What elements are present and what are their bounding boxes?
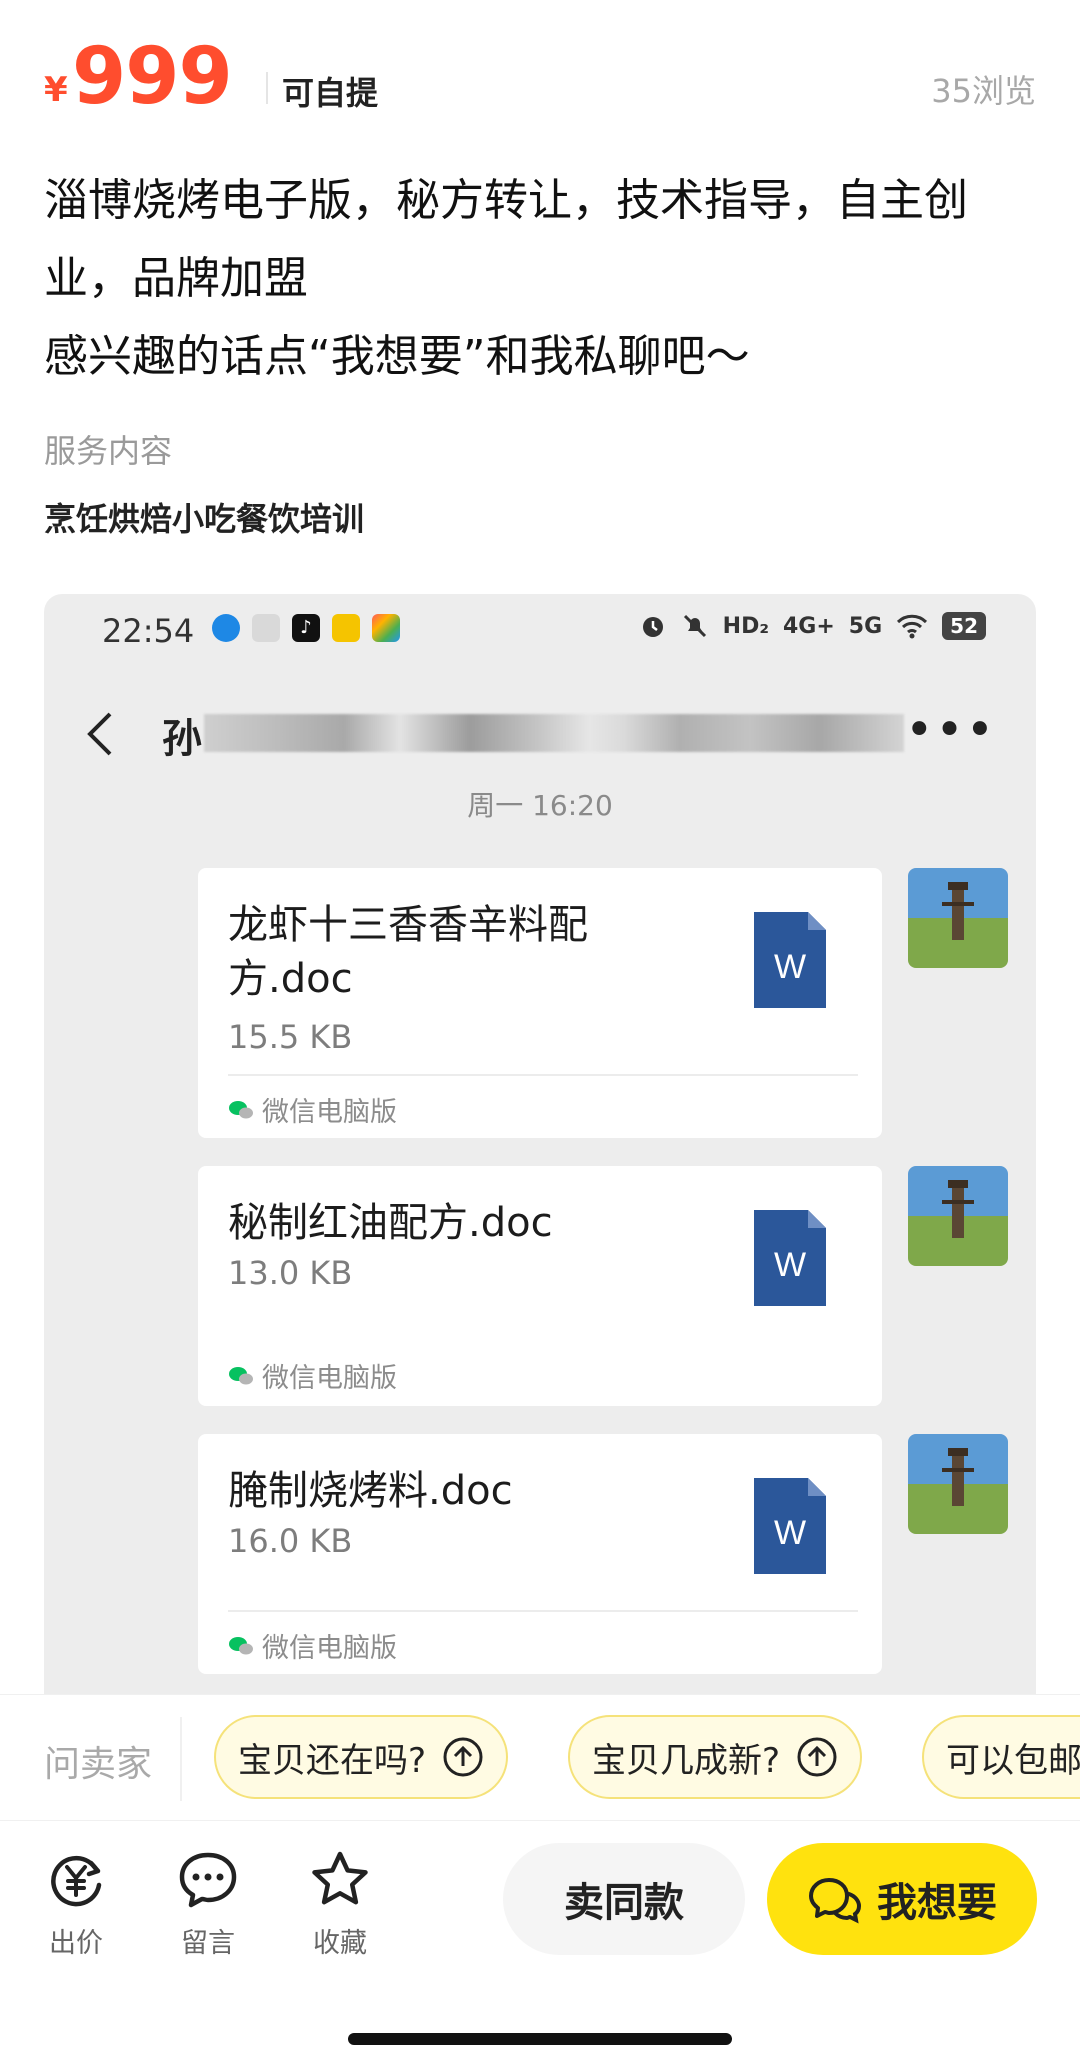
back-arrow-icon (87, 712, 112, 756)
grid-app-icon (372, 614, 400, 642)
comment-label: 留言 (181, 1928, 235, 1959)
contact-name: 孙 (162, 716, 202, 762)
service-label: 服务内容 (44, 432, 173, 470)
description-line: 业，品牌加盟 (44, 253, 308, 304)
comment-button[interactable]: 留言 (158, 1849, 258, 1960)
word-doc-icon: W (754, 912, 826, 1008)
status-indicators: HD₂ 4G+ 5G 52 (639, 612, 986, 640)
file-source: 微信电脑版 (228, 1090, 397, 1129)
wechat-icon (229, 1100, 253, 1118)
network-5g: 5G (848, 613, 883, 639)
view-count: 35浏览 (931, 72, 1036, 110)
mute-icon (683, 614, 706, 638)
avatar (908, 1166, 1008, 1266)
word-doc-icon: W (754, 1478, 826, 1574)
file-name: 秘制红油配方.doc (228, 1200, 553, 1246)
favorite-button[interactable]: 收藏 (290, 1849, 390, 1960)
divider (266, 72, 268, 104)
item-photo[interactable]: 22:54 ♪ HD₂ 4G+ 5G 52 孙 ••• 周一 16:20 龙虾十… (44, 594, 1036, 1694)
alarm-icon (642, 617, 663, 637)
file-name: 龙虾十三香香辛料配方.doc (228, 902, 588, 1002)
service-value: 烹饪烘焙小吃餐饮培训 (44, 500, 365, 538)
wechat-icon (229, 1636, 253, 1654)
file-source: 微信电脑版 (228, 1356, 397, 1395)
avatar (908, 868, 1008, 968)
file-source: 微信电脑版 (228, 1626, 397, 1665)
ask-seller-bar: 问卖家 宝贝还在吗? 宝贝几成新? 可以包邮 (0, 1694, 1080, 1820)
wifi-icon (897, 614, 928, 639)
price-currency: ¥ (44, 70, 68, 110)
price-row: ¥ 999 可自提 35浏览 (44, 30, 1036, 122)
battery-indicator: 52 (942, 612, 986, 640)
file-size: 16.0 KB (228, 1522, 353, 1560)
chip-label: 宝贝还在吗? (238, 1740, 427, 1781)
favorite-label: 收藏 (313, 1928, 367, 1959)
file-size: 15.5 KB (228, 1018, 353, 1056)
comment-icon (179, 1852, 237, 1908)
chip-label: 宝贝几成新? (592, 1740, 781, 1781)
avatar (908, 1434, 1008, 1534)
quick-question-chip[interactable]: 宝贝还在吗? (214, 1715, 509, 1799)
description-line: 感兴趣的话点“我想要”和我私聊吧～ (44, 331, 750, 382)
blurred-name (204, 714, 904, 752)
bid-button[interactable]: 出价 (26, 1849, 126, 1960)
chip-label: 可以包邮 (946, 1740, 1080, 1781)
status-app-icons: ♪ (212, 614, 400, 642)
yuan-cycle-icon (51, 1855, 102, 1907)
star-icon (312, 1851, 368, 1905)
want-button[interactable]: 我想要 (767, 1843, 1037, 1955)
chat-bubbles-icon (809, 1878, 862, 1924)
file-source-label: 微信电脑版 (262, 1363, 397, 1394)
divider (228, 1074, 858, 1076)
bid-label: 出价 (49, 1928, 103, 1959)
chat-header: 孙 ••• (44, 694, 1036, 774)
network-4g: 4G+ (782, 613, 835, 639)
chat-bubble-icon (252, 614, 280, 642)
wechat-icon (229, 1366, 253, 1384)
chat-timestamp: 周一 16:20 (467, 789, 613, 822)
quick-question-chip[interactable]: 宝贝几成新? (568, 1715, 863, 1799)
svg-text:W: W (774, 1514, 806, 1552)
bottom-action-bar: 出价 留言 收藏 卖同款 我想要 (0, 1820, 1080, 2064)
file-message: 腌制烧烤料.doc 16.0 KB 微信电脑版 W (198, 1434, 882, 1674)
more-icon: ••• (905, 702, 996, 758)
word-doc-icon: W (754, 1210, 826, 1306)
price-amount: 999 (72, 32, 233, 122)
arrow-up-circle-icon (443, 1737, 483, 1777)
file-source-label: 微信电脑版 (262, 1633, 397, 1664)
file-size: 13.0 KB (228, 1254, 353, 1292)
svg-text:W: W (774, 948, 806, 986)
item-description: 淄博烧烤电子版，秘方转让，技术指导，自主创 业，品牌加盟 感兴趣的话点“我想要”… (44, 162, 994, 396)
file-source-label: 微信电脑版 (262, 1097, 397, 1128)
pickup-tag: 可自提 (282, 74, 379, 112)
divider (228, 1610, 858, 1612)
status-time: 22:54 (102, 612, 195, 650)
svg-text:W: W (774, 1246, 806, 1284)
hd-indicator: HD₂ (722, 613, 769, 639)
file-message: 龙虾十三香香辛料配方.doc 15.5 KB 微信电脑版 W (198, 868, 882, 1138)
divider (180, 1717, 182, 1801)
app-icon (332, 614, 360, 642)
home-indicator[interactable] (348, 2033, 732, 2045)
description-line: 淄博烧烤电子版，秘方转让，技术指导，自主创 (44, 175, 968, 226)
tiktok-icon: ♪ (292, 614, 320, 642)
sell-same-button[interactable]: 卖同款 (503, 1843, 745, 1955)
file-name: 腌制烧烤料.doc (228, 1468, 513, 1514)
quick-question-chip[interactable]: 可以包邮 (922, 1715, 1080, 1799)
file-message: 秘制红油配方.doc 13.0 KB 微信电脑版 W (198, 1166, 882, 1406)
want-label: 我想要 (877, 1880, 997, 1926)
circle-app-icon (212, 614, 240, 642)
ask-seller-label: 问卖家 (44, 1744, 153, 1785)
arrow-up-circle-icon (797, 1737, 837, 1777)
sell-same-label: 卖同款 (564, 1880, 684, 1926)
